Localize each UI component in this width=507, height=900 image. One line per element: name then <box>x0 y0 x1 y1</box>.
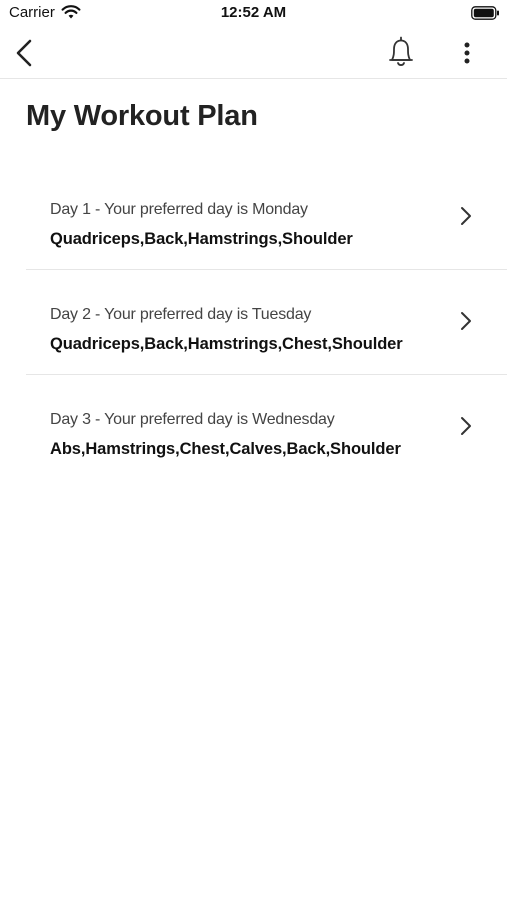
notifications-button[interactable] <box>383 32 419 72</box>
plan-day-muscle-groups: Quadriceps,Back,Hamstrings,Chest,Shoulde… <box>50 335 403 353</box>
status-time: 12:52 AM <box>220 4 287 21</box>
navigation-bar <box>0 28 507 79</box>
chevron-right-icon <box>461 207 471 225</box>
chevron-right-icon <box>461 417 471 435</box>
workout-plan-list: Day 1 - Your preferred day is Monday Qua… <box>26 165 507 479</box>
back-chevron-icon <box>16 39 32 67</box>
battery-icon <box>471 6 499 20</box>
plan-day-muscle-groups: Quadriceps,Back,Hamstrings,Shoulder <box>50 230 353 248</box>
plan-day-subtitle: Day 2 - Your preferred day is Tuesday <box>50 306 312 323</box>
plan-day-subtitle: Day 3 - Your preferred day is Wednesday <box>50 411 335 428</box>
plan-day-item[interactable]: Day 3 - Your preferred day is Wednesday … <box>26 375 507 479</box>
more-options-button[interactable] <box>455 34 479 72</box>
bell-icon <box>389 36 413 66</box>
status-bar: Carrier 12:52 AM <box>0 0 507 28</box>
plan-day-item[interactable]: Day 1 - Your preferred day is Monday Qua… <box>26 165 507 270</box>
more-vertical-icon <box>464 42 470 64</box>
back-button[interactable] <box>8 34 40 72</box>
chevron-right-icon <box>461 312 471 330</box>
page-title: My Workout Plan <box>26 100 258 132</box>
plan-day-subtitle: Day 1 - Your preferred day is Monday <box>50 201 308 218</box>
plan-day-muscle-groups: Abs,Hamstrings,Chest,Calves,Back,Shoulde… <box>50 440 401 458</box>
plan-day-item[interactable]: Day 2 - Your preferred day is Tuesday Qu… <box>26 270 507 375</box>
